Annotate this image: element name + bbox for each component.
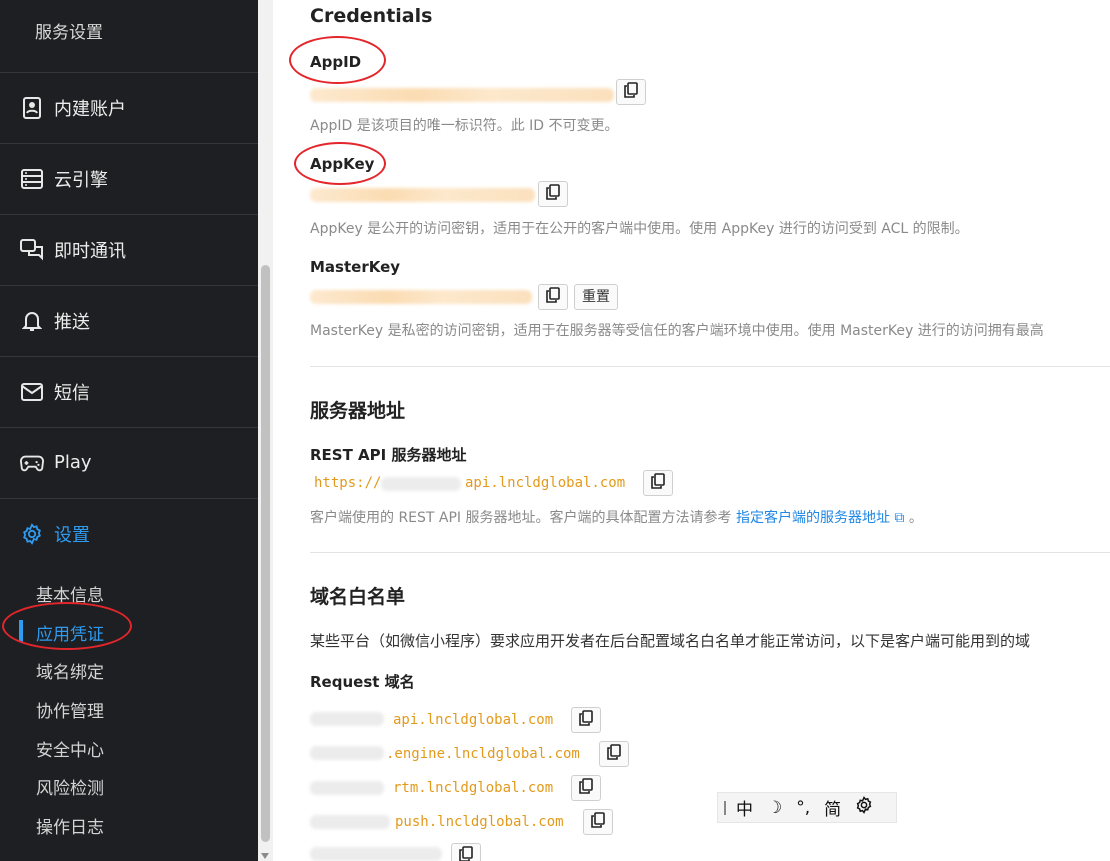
sidebar: 服务设置 内建账户 云引擎 即时通讯 推送 短信 Play 设置 基本信息 应用… bbox=[0, 0, 258, 861]
sidebar-item-push[interactable]: 推送 bbox=[0, 285, 258, 355]
domain-redacted bbox=[310, 781, 384, 795]
annotation-circle bbox=[289, 36, 386, 84]
chat-bubbles-icon bbox=[20, 238, 44, 262]
scrollbar-thumb[interactable] bbox=[261, 265, 270, 842]
domain-item: rtm.lncldglobal.com bbox=[393, 780, 554, 796]
appkey-copy-button[interactable] bbox=[538, 181, 568, 207]
rest-url-suffix: api.lncldglobal.com bbox=[465, 475, 626, 491]
gear-icon bbox=[20, 522, 44, 546]
sidebar-item-service-settings[interactable]: 服务设置 bbox=[35, 18, 103, 43]
domain-copy-button[interactable] bbox=[571, 707, 601, 733]
masterkey-label: MasterKey bbox=[310, 258, 401, 276]
sidebar-item-label: 推送 bbox=[54, 311, 90, 333]
server-heading: 服务器地址 bbox=[310, 400, 406, 422]
request-domain-label: Request 域名 bbox=[310, 673, 415, 691]
copy-icon bbox=[651, 472, 665, 494]
ime-toolbar[interactable]: 中 ☽ °, 简 bbox=[717, 792, 897, 823]
copy-icon bbox=[579, 777, 593, 799]
domain-item: push.lncldglobal.com bbox=[395, 814, 564, 830]
appid-value-redacted bbox=[310, 88, 614, 102]
annotation-circle bbox=[294, 142, 386, 185]
ime-language-toggle[interactable]: 中 bbox=[736, 795, 753, 820]
sub-item-domain-binding[interactable]: 域名绑定 bbox=[36, 658, 104, 683]
sidebar-top-section: 服务设置 bbox=[0, 0, 258, 72]
appid-description: AppID 是该项目的唯一标识符。此 ID 不可变更。 bbox=[310, 118, 619, 134]
sidebar-item-label: Play bbox=[54, 452, 92, 473]
main-content: Credentials AppID AppID 是该项目的唯一标识符。此 ID … bbox=[273, 0, 1110, 861]
masterkey-reset-button[interactable]: 重置 bbox=[574, 284, 618, 310]
appid-copy-button[interactable] bbox=[616, 79, 646, 105]
sidebar-item-settings[interactable]: 设置 bbox=[0, 498, 258, 568]
copy-icon bbox=[459, 845, 473, 861]
copy-icon bbox=[546, 286, 560, 308]
gear-icon[interactable] bbox=[855, 796, 873, 819]
domain-redacted bbox=[310, 847, 442, 861]
contact-card-icon bbox=[20, 96, 44, 120]
sidebar-item-sms[interactable]: 短信 bbox=[0, 356, 258, 426]
section-divider bbox=[310, 552, 1110, 553]
sidebar-item-label: 内建账户 bbox=[54, 98, 126, 120]
ime-drag-handle[interactable] bbox=[724, 800, 726, 815]
domain-item: .engine.lncldglobal.com bbox=[386, 746, 580, 762]
copy-icon bbox=[624, 81, 638, 103]
moon-icon[interactable]: ☽ bbox=[767, 798, 782, 818]
appkey-value-redacted bbox=[310, 188, 535, 202]
masterkey-value-redacted bbox=[310, 290, 532, 304]
ime-charset-toggle[interactable]: 简 bbox=[824, 795, 841, 820]
copy-icon bbox=[591, 811, 605, 833]
sidebar-item-label: 短信 bbox=[54, 382, 90, 404]
sub-item-security-center[interactable]: 安全中心 bbox=[36, 736, 104, 761]
rest-url-copy-button[interactable] bbox=[643, 470, 673, 496]
sub-item-collaboration[interactable]: 协作管理 bbox=[36, 697, 104, 722]
sidebar-item-cloud-engine[interactable]: 云引擎 bbox=[0, 143, 258, 213]
sidebar-item-label: 设置 bbox=[54, 524, 90, 546]
domain-copy-button[interactable] bbox=[451, 843, 481, 861]
domain-redacted bbox=[310, 815, 390, 829]
copy-icon bbox=[546, 183, 560, 205]
sidebar-item-label: 即时通讯 bbox=[54, 240, 126, 262]
domain-copy-button[interactable] bbox=[599, 741, 629, 767]
domain-redacted bbox=[310, 746, 384, 760]
domain-copy-button[interactable] bbox=[571, 775, 601, 801]
credentials-heading: Credentials bbox=[310, 5, 433, 27]
whitelist-heading: 域名白名单 bbox=[310, 586, 406, 608]
masterkey-copy-button[interactable] bbox=[538, 284, 568, 310]
sidebar-scrollbar[interactable] bbox=[258, 0, 273, 861]
domain-copy-button[interactable] bbox=[583, 809, 613, 835]
external-link-icon[interactable]: ⧉ bbox=[890, 510, 904, 526]
copy-icon bbox=[607, 743, 621, 765]
server-description: 客户端使用的 REST API 服务器地址。客户端的具体配置方法请参考 指定客户… bbox=[310, 507, 923, 527]
copy-icon bbox=[579, 709, 593, 731]
scroll-down-arrow-icon[interactable] bbox=[261, 853, 269, 859]
server-description-end: 。 bbox=[904, 510, 923, 526]
domain-item: api.lncldglobal.com bbox=[393, 712, 554, 728]
sidebar-item-play[interactable]: Play bbox=[0, 427, 258, 497]
whitelist-description: 某些平台（如微信小程序）要求应用开发者在后台配置域名白名单才能正常访问，以下是客… bbox=[310, 632, 1031, 650]
envelope-icon bbox=[20, 380, 44, 404]
gamepad-icon bbox=[20, 451, 44, 475]
masterkey-description: MasterKey 是私密的访问密钥，适用于在服务器等受信任的客户端环境中使用。… bbox=[310, 323, 1044, 339]
appkey-description: AppKey 是公开的访问密钥，适用于在公开的客户端中使用。使用 AppKey … bbox=[310, 221, 969, 237]
server-description-text: 客户端使用的 REST API 服务器地址。客户端的具体配置方法请参考 bbox=[310, 510, 736, 526]
bell-icon bbox=[20, 309, 44, 333]
rest-api-label: REST API 服务器地址 bbox=[310, 446, 467, 464]
sidebar-item-label: 云引擎 bbox=[54, 169, 108, 191]
rest-url-redacted bbox=[381, 477, 461, 491]
section-divider bbox=[310, 366, 1110, 367]
sub-item-risk-detection[interactable]: 风险检测 bbox=[36, 774, 104, 799]
sidebar-item-built-in-accounts[interactable]: 内建账户 bbox=[0, 72, 258, 142]
annotation-circle bbox=[2, 602, 132, 650]
sub-item-operation-log[interactable]: 操作日志 bbox=[36, 813, 104, 838]
domain-redacted bbox=[310, 712, 384, 726]
server-config-link[interactable]: 指定客户端的服务器地址 bbox=[736, 510, 890, 526]
sidebar-item-instant-messaging[interactable]: 即时通讯 bbox=[0, 214, 258, 284]
server-icon bbox=[20, 167, 44, 191]
rest-url-prefix: https:// bbox=[314, 475, 382, 491]
ime-punctuation-toggle[interactable]: °, bbox=[796, 798, 810, 818]
